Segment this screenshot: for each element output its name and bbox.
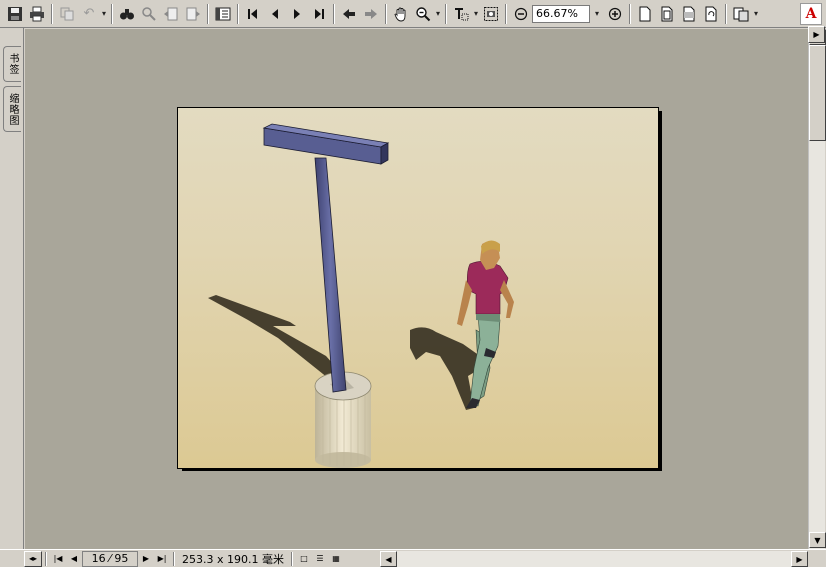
toolbar-separator [51,3,53,24]
status-separator [290,551,293,566]
pdf-viewer-window: ↶ ▾ ▾ ▾ 66.67% ▾ ▾ A 书签 缩略图 ▼ ▶ ◂▸ |◀ ◀ … [0,0,826,567]
show-pane-arrow-icon[interactable]: ▶ [808,26,825,43]
text-select-icon[interactable] [450,3,472,25]
tab-bookmarks-label: 书签 [7,53,18,75]
horizontal-scrollbar[interactable]: ◀ ▶ [380,551,808,567]
page-size-readout: 253.3 x 190.1 毫米 [182,552,284,566]
status-previous-page-icon[interactable]: ◀ [66,551,82,567]
zoom-tool-dropdown-icon[interactable]: ▾ [434,3,442,25]
navigation-tabs-strip: 书签 缩略图 [0,28,24,549]
export-icon[interactable] [730,3,752,25]
document-pane[interactable] [25,29,808,549]
toolbar-separator [207,3,209,24]
split-view-icon[interactable]: ◂▸ [24,550,42,567]
single-page-layout-icon[interactable]: □ [296,551,312,567]
navigation-pane-icon[interactable] [212,3,234,25]
status-bar: ◂▸ |◀ ◀ 16 ⁄ 95 ▶ ▶| 253.3 x 190.1 毫米 □ … [0,549,826,567]
tab-thumbnails-label: 缩略图 [7,92,18,126]
zoom-level-input[interactable]: 66.67% [532,4,590,23]
person-shadow [410,327,480,410]
fit-page-icon[interactable] [656,3,678,25]
scroll-right-icon[interactable]: ▶ [791,551,808,567]
search-icon[interactable] [138,3,160,25]
scroll-left-icon[interactable]: ◀ [380,551,397,567]
previous-page-icon[interactable] [264,3,286,25]
toolbar-separator [629,3,631,24]
status-last-page-icon[interactable]: ▶| [154,551,170,567]
undo-dropdown-icon[interactable]: ▾ [100,3,108,25]
toolbar-separator [237,3,239,24]
pdf-page[interactable] [177,107,659,469]
rotate-icon[interactable] [700,3,722,25]
tab-bookmarks[interactable]: 书签 [3,46,21,82]
page-number-field[interactable]: 16 ⁄ 95 [82,550,138,567]
go-forward-icon[interactable] [360,3,382,25]
hand-tool-icon[interactable] [390,3,412,25]
fit-width-icon[interactable] [678,3,700,25]
text-select-dropdown-icon[interactable]: ▾ [472,3,480,25]
actual-size-icon[interactable] [634,3,656,25]
zoom-in-icon[interactable] [604,3,626,25]
first-page-icon[interactable] [242,3,264,25]
toolbar-separator [333,3,335,24]
print-icon[interactable] [26,3,48,25]
toolbar-separator [385,3,387,24]
go-back-icon[interactable] [338,3,360,25]
toolbar: ↶ ▾ ▾ ▾ 66.67% ▾ ▾ A [0,0,826,28]
prev-view-icon[interactable] [160,3,182,25]
toolbar-separator [445,3,447,24]
scroll-down-icon[interactable]: ▼ [809,532,826,548]
zoom-tool-icon[interactable] [412,3,434,25]
last-page-icon[interactable] [308,3,330,25]
facing-layout-icon[interactable]: ▦ [328,551,344,567]
status-separator [173,551,175,566]
snapshot-icon[interactable] [480,3,502,25]
undo-icon[interactable]: ↶ [78,3,100,25]
toolbar-separator [505,3,507,24]
find-icon[interactable] [116,3,138,25]
status-separator [45,551,47,566]
next-view-icon[interactable] [182,3,204,25]
zoom-out-icon[interactable] [510,3,532,25]
save-icon[interactable] [4,3,26,25]
status-next-page-icon[interactable]: ▶ [138,551,154,567]
toolbar-separator [111,3,113,24]
next-page-icon[interactable] [286,3,308,25]
vertical-scroll-thumb[interactable] [809,45,826,141]
vertical-scrollbar[interactable]: ▲ ▼ [808,29,826,549]
toolbar-separator [725,3,727,24]
continuous-layout-icon[interactable]: ☰ [312,551,328,567]
zoom-level-dropdown-icon[interactable]: ▾ [590,3,604,25]
page-illustration [208,123,514,468]
copy-icon[interactable] [56,3,78,25]
export-dropdown-icon[interactable]: ▾ [752,3,760,25]
tab-thumbnails[interactable]: 缩略图 [3,86,21,132]
adobe-logo-icon: A [800,3,822,25]
status-first-page-icon[interactable]: |◀ [50,551,66,567]
base-cylinder-bottom [315,452,371,468]
